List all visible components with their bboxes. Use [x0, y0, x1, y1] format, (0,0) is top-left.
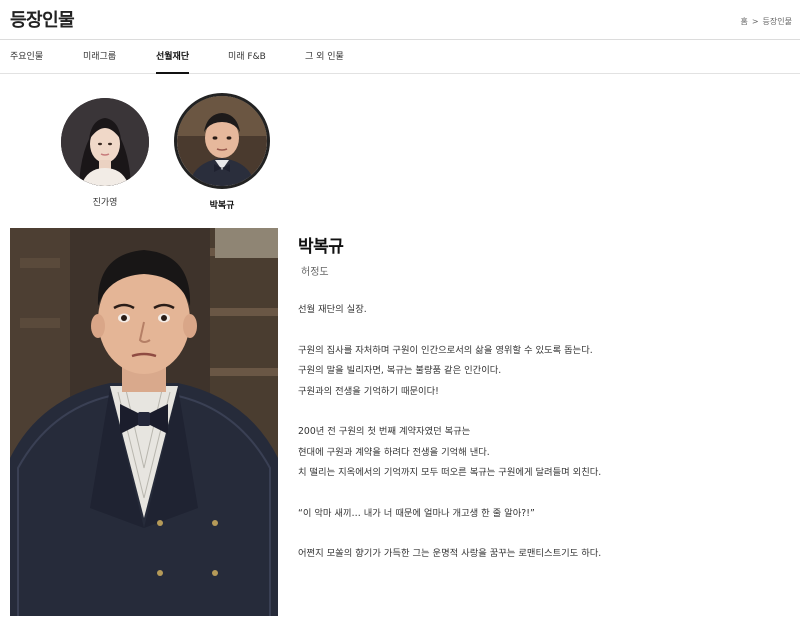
description-quote: “이 악마 새끼… 내가 너 때문에 얼마나 개고생 한 줄 알아?!” [298, 504, 788, 525]
description-paragraph: 200년 전 구원의 첫 번째 계약자였던 복규는 현대에 구원과 계약을 하려… [298, 422, 788, 484]
description-line: 선월 재단의 실장. [298, 304, 367, 315]
tab-other-characters[interactable]: 그 외 인물 [305, 40, 344, 74]
description-line: 치 떨리는 지옥에서의 기억까지 모두 떠오른 복규는 구원에게 달려들며 외친… [298, 467, 602, 478]
description-paragraph: 어쩐지 모쏠의 향기가 가득한 그는 운명적 사랑을 꿈꾸는 로맨티스트기도 하… [298, 544, 788, 565]
character-actor-name: 허정도 [301, 267, 329, 278]
character-name: 진가영 [92, 198, 118, 208]
character-avatar-icon [177, 96, 267, 186]
description-line: “이 악마 새끼… 내가 너 때문에 얼마나 개고생 한 줄 알아?!” [298, 507, 535, 519]
character-avatar-icon [61, 98, 149, 186]
avatar [174, 93, 270, 189]
description-line: 어쩐지 모쏠의 향기가 가득한 그는 운명적 사랑을 꿈꾸는 로맨티스트기도 하… [298, 548, 602, 559]
breadcrumb-home[interactable]: 홈 [740, 16, 747, 27]
character-name: 박복규 [209, 201, 235, 211]
breadcrumb-separator: > [751, 17, 759, 26]
page-header: 등장인물 홈 > 등장인물 [0, 0, 800, 40]
description-line: 구원과의 전생을 기억하기 때문이다! [298, 385, 439, 397]
tab-mirae-fnb[interactable]: 미래 F&B [228, 40, 266, 74]
description-line: 구원의 집사를 자처하며 구원이 인간으로서의 삶을 영위할 수 있도록 돕는다… [298, 344, 593, 356]
tab-main-characters[interactable]: 주요인물 [10, 40, 43, 74]
description-paragraph: 구원의 집사를 자처하며 구원이 인간으로서의 삶을 영위할 수 있도록 돕는다… [298, 341, 788, 403]
breadcrumb: 홈 > 등장인물 [740, 16, 792, 27]
tab-mirae-group[interactable]: 미래그룹 [83, 40, 116, 74]
description-paragraph: 선월 재단의 실장. [298, 300, 788, 321]
character-portrait-image [10, 228, 278, 616]
category-tabs: 주요인물 미래그룹 선월재단 미래 F&B 그 외 인물 [0, 40, 800, 74]
description-line: 200년 전 구원의 첫 번째 계약자였던 복규는 [298, 426, 471, 437]
character-item-jin-gayoung[interactable]: 진가영 [55, 90, 155, 208]
breadcrumb-current: 등장인물 [762, 17, 792, 26]
character-selector: 진가영 박복규 [0, 90, 800, 211]
character-detail-name: 박복규 [298, 237, 344, 257]
description-line: 구원의 말을 빌리자면, 복규는 불량품 같은 인간이다. [298, 365, 502, 376]
character-portrait [10, 228, 278, 616]
page-title: 등장인물 [10, 10, 75, 31]
description-line: 현대에 구원과 계약을 하려다 전생을 기억해 낸다. [298, 446, 490, 458]
tab-seonwol-foundation[interactable]: 선월재단 [156, 40, 190, 74]
character-item-park-bokgyu[interactable]: 박복규 [172, 90, 272, 211]
character-detail: 박복규 허정도 선월 재단의 실장. 구원의 집사를 자처하며 구원이 인간으로… [298, 228, 788, 585]
character-description: 선월 재단의 실장. 구원의 집사를 자처하며 구원이 인간으로서의 삶을 영위… [298, 300, 788, 565]
avatar [61, 98, 149, 186]
